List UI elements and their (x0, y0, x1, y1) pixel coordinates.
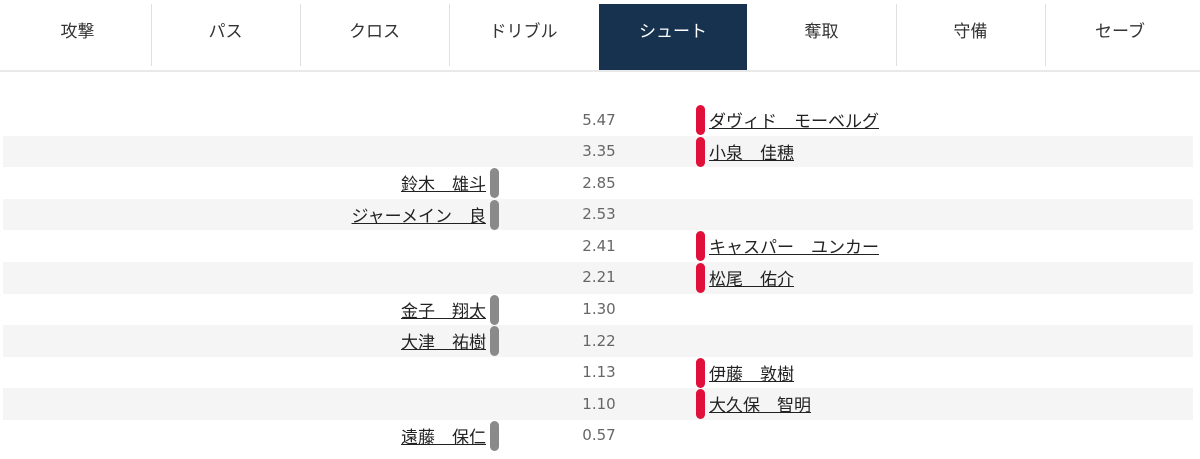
tab-save[interactable]: セーブ (1045, 4, 1195, 66)
ranking-list: 5.47 ダヴィド モーベルグ 3.35 小泉 佳穂 2.85 鈴木 雄斗 2.53 ジャーメ… (3, 104, 1193, 452)
team-marker-gray (490, 168, 499, 199)
player-name-link[interactable]: ジャーメイン 良 (352, 199, 486, 230)
player-name-link[interactable]: 大久保 智明 (709, 388, 811, 419)
player-name-link[interactable]: 小泉 佳穂 (709, 136, 794, 167)
stat-category-tabs: 攻撃 パス クロス ドリブル シュート 奪取 守備 セーブ (0, 0, 1200, 72)
player-name-link[interactable]: 松尾 佑介 (709, 262, 794, 293)
tab-tackle[interactable]: 奪取 (747, 4, 896, 66)
ranking-row: 2.53 ジャーメイン 良 (3, 198, 1193, 231)
score-value: 3.35 (582, 142, 616, 161)
score-value: 2.41 (582, 236, 616, 255)
tab-dribble[interactable]: ドリブル (449, 4, 598, 66)
team-marker-gray (490, 294, 499, 325)
score-value: 1.13 (582, 363, 616, 382)
tab-label: 守備 (953, 22, 988, 42)
player-name-link[interactable]: 金子 翔太 (401, 294, 486, 325)
ranking-row: 1.30 金子 翔太 (3, 294, 1193, 326)
tab-label: ドリブル (489, 22, 558, 42)
tab-pass[interactable]: パス (151, 4, 300, 66)
tab-label: 奪取 (804, 22, 839, 42)
team-marker-red (696, 136, 705, 167)
team-marker-red (696, 262, 705, 293)
ranking-row: 2.41 キャスパー ユンカー (3, 230, 1193, 262)
team-marker-red (696, 357, 705, 388)
ranking-row: 2.21 松尾 佑介 (3, 261, 1193, 294)
ranking-row: 5.47 ダヴィド モーベルグ (3, 104, 1193, 136)
ranking-row: 1.10 大久保 智明 (3, 388, 1193, 420)
score-value: 2.85 (582, 173, 616, 192)
player-name-link[interactable]: 大津 祐樹 (401, 325, 486, 356)
score-value: 1.22 (582, 331, 616, 350)
ranking-row: 1.22 大津 祐樹 (3, 325, 1193, 357)
player-name-link[interactable]: 遠藤 保仁 (401, 420, 486, 451)
tab-label: シュート (639, 22, 707, 42)
tab-defense[interactable]: 守備 (896, 4, 1045, 66)
tab-shoot[interactable]: シュート (599, 4, 747, 70)
score-value: 1.10 (582, 394, 616, 413)
score-value: 2.53 (582, 205, 616, 224)
team-marker-gray (490, 420, 499, 451)
team-marker-red (696, 105, 705, 135)
team-marker-red (696, 389, 705, 420)
tab-cross[interactable]: クロス (300, 4, 449, 66)
tab-label: クロス (349, 22, 400, 42)
ranking-row: 3.35 小泉 佳穂 (3, 135, 1193, 168)
active-tab-indicator (599, 66, 747, 70)
score-value: 5.47 (582, 110, 616, 129)
team-marker-gray (490, 199, 499, 230)
team-marker-gray (490, 326, 499, 357)
player-name-link[interactable]: キャスパー ユンカー (709, 230, 879, 261)
tab-attack[interactable]: 攻撃 (4, 4, 151, 66)
ranking-row: 2.85 鈴木 雄斗 (3, 167, 1193, 199)
player-name-link[interactable]: ダヴィド モーベルグ (709, 104, 879, 135)
tab-label: 攻撃 (60, 22, 95, 42)
tab-label: セーブ (1095, 22, 1145, 42)
tab-label: パス (208, 22, 243, 42)
score-value: 2.21 (582, 268, 616, 287)
score-value: 1.30 (582, 300, 616, 319)
score-value: 0.57 (582, 426, 616, 445)
team-marker-red (696, 231, 705, 262)
ranking-row: 0.57 遠藤 保仁 (3, 420, 1193, 452)
player-name-link[interactable]: 鈴木 雄斗 (401, 167, 486, 198)
ranking-row: 1.13 伊藤 敦樹 (3, 357, 1193, 389)
player-name-link[interactable]: 伊藤 敦樹 (709, 357, 794, 388)
